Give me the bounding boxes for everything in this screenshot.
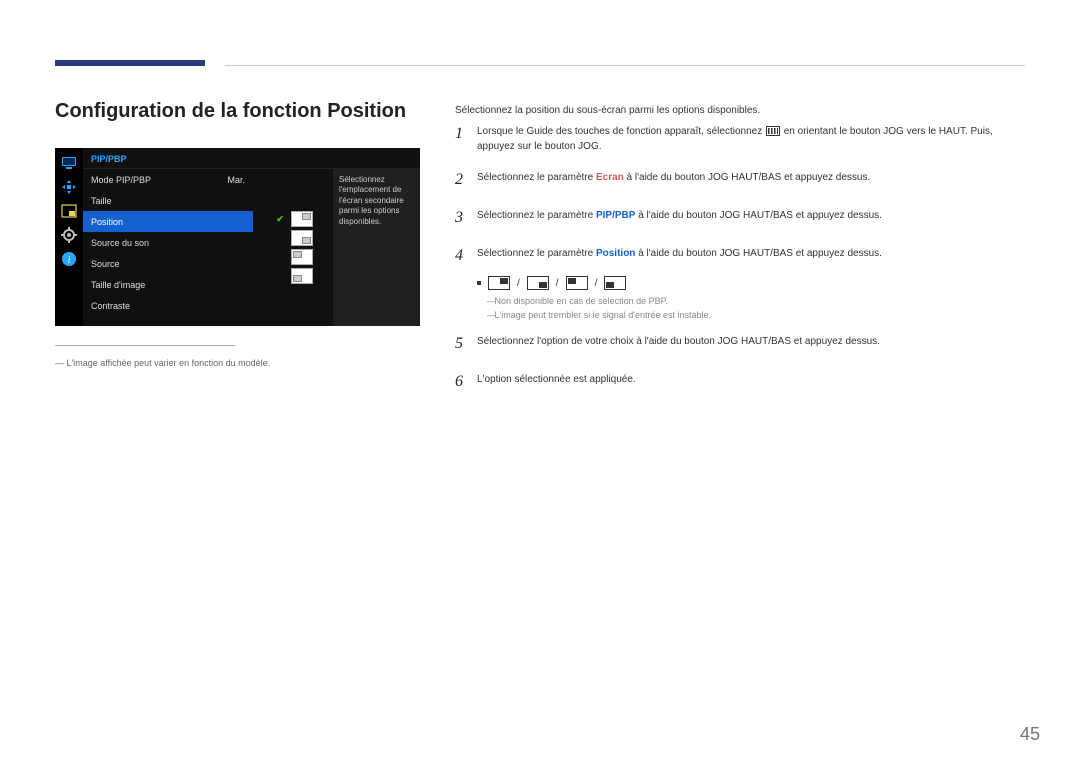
position-option-tr[interactable]: ✔ xyxy=(273,211,313,227)
pos-icon-bottom-right xyxy=(527,276,549,290)
step-5: 5 Sélectionnez l'option de votre choix à… xyxy=(455,332,1025,356)
step-3: 3 Sélectionnez le paramètre PIP/PBP à l'… xyxy=(455,206,1025,230)
pos-icon-top-right xyxy=(488,276,510,290)
header-accent-bar xyxy=(55,60,205,66)
step-number: 3 xyxy=(455,206,477,230)
osd-item-taille[interactable]: Taille xyxy=(83,190,253,211)
osd-item-source[interactable]: Source xyxy=(83,253,253,274)
model-note: ― L'image affichée peut varier en foncti… xyxy=(55,358,270,368)
menu-icon xyxy=(766,126,780,136)
osd-item-label: Taille xyxy=(91,196,112,206)
pos-icon-top-left xyxy=(566,276,588,290)
step-3-pre: Sélectionnez le paramètre xyxy=(477,210,596,221)
page-number: 45 xyxy=(1020,724,1040,745)
osd-main: PIP/PBP Mode PIP/PBP Mar. Taille Positio… xyxy=(83,148,420,326)
osd-preview-column: ✔ ✔ ✔ ✔ xyxy=(253,169,333,326)
step-1: 1 Lorsque le Guide des touches de foncti… xyxy=(455,122,1025,154)
step-4-pre: Sélectionnez le paramètre xyxy=(477,248,596,259)
step-text: Sélectionnez l'option de votre choix à l… xyxy=(477,332,1025,349)
osd-item-position[interactable]: Position xyxy=(83,211,253,232)
step-6: 6 L'option sélectionnée est appliquée. xyxy=(455,370,1025,394)
nav-arrows-icon xyxy=(60,178,78,196)
steps-list: 1 Lorsque le Guide des touches de foncti… xyxy=(455,122,1025,408)
osd-help-text: Sélectionnez l'emplacement de l'écran se… xyxy=(333,169,420,326)
step-2-post: à l'aide du bouton JOG HAUT/BAS et appuy… xyxy=(624,172,871,183)
step-3-post: à l'aide du bouton JOG HAUT/BAS et appuy… xyxy=(635,210,882,221)
osd-title: PIP/PBP xyxy=(83,148,420,169)
subnote-pbp: Non disponible en cas de sélection de PB… xyxy=(487,296,1025,306)
step-3-highlight: PIP/PBP xyxy=(596,210,635,221)
intro-text: Sélectionnez la position du sous-écran p… xyxy=(455,105,1025,116)
step-1-pre: Lorsque le Guide des touches de fonction… xyxy=(477,126,765,137)
page-title: Configuration de la fonction Position xyxy=(55,100,406,123)
step-2-pre: Sélectionnez le paramètre xyxy=(477,172,596,183)
osd-item-tailleimg[interactable]: Taille d'image xyxy=(83,274,253,295)
osd-sidebar-icons: i xyxy=(55,148,83,326)
step-2-highlight: Ecran xyxy=(596,172,624,183)
check-icon: ✔ xyxy=(273,212,287,226)
step-number: 2 xyxy=(455,168,477,192)
osd-item-label: Source du son xyxy=(91,238,149,248)
step-2: 2 Sélectionnez le paramètre Ecran à l'ai… xyxy=(455,168,1025,192)
slash: / xyxy=(556,278,559,289)
osd-item-label: Mode PIP/PBP xyxy=(91,175,151,185)
step-4: 4 Sélectionnez le paramètre Position à l… xyxy=(455,244,1025,268)
osd-item-sourceson[interactable]: Source du son xyxy=(83,232,253,253)
step-text: Sélectionnez le paramètre Ecran à l'aide… xyxy=(477,168,1025,185)
info-icon: i xyxy=(60,250,78,268)
osd-item-label: Taille d'image xyxy=(91,280,145,290)
step-number: 1 xyxy=(455,122,477,146)
osd-item-label: Contraste xyxy=(91,301,130,311)
note-text: L'image affichée peut varier en fonction… xyxy=(67,358,271,368)
osd-panel: i PIP/PBP Mode PIP/PBP Mar. Taille Posit… xyxy=(55,148,420,326)
step-number: 6 xyxy=(455,370,477,394)
osd-item-mode[interactable]: Mode PIP/PBP Mar. xyxy=(83,169,253,190)
osd-item-label: Source xyxy=(91,259,120,269)
step-text: L'option sélectionnée est appliquée. xyxy=(477,370,1025,387)
svg-text:i: i xyxy=(68,255,71,266)
note-separator xyxy=(55,345,235,346)
subnote-signal: L'image peut trembler si le signal d'ent… xyxy=(487,310,1025,320)
step-4-post: à l'aide du bouton JOG HAUT/BAS et appuy… xyxy=(635,248,882,259)
step-text: Sélectionnez le paramètre PIP/PBP à l'ai… xyxy=(477,206,1025,223)
position-options-row: / / / xyxy=(477,276,1025,290)
step-number: 4 xyxy=(455,244,477,268)
gear-icon xyxy=(60,226,78,244)
step-number: 5 xyxy=(455,332,477,356)
step-text: Lorsque le Guide des touches de fonction… xyxy=(477,122,1025,154)
position-option-bl[interactable]: ✔ xyxy=(273,268,313,284)
bullet-icon xyxy=(477,281,481,285)
step-4-highlight: Position xyxy=(596,248,635,259)
position-option-br[interactable]: ✔ xyxy=(273,230,313,246)
header-rule xyxy=(225,65,1025,66)
slash: / xyxy=(595,278,598,289)
osd-item-value: Mar. xyxy=(227,175,245,185)
osd-item-contraste[interactable]: Contraste xyxy=(83,295,253,316)
step-text: Sélectionnez le paramètre Position à l'a… xyxy=(477,244,1025,261)
osd-menu: Mode PIP/PBP Mar. Taille Position Source… xyxy=(83,169,253,326)
monitor-icon xyxy=(60,154,78,172)
slash: / xyxy=(517,278,520,289)
osd-item-label: Position xyxy=(91,217,123,227)
window-icon xyxy=(60,202,78,220)
position-option-tl[interactable]: ✔ xyxy=(273,249,313,265)
pos-icon-bottom-left xyxy=(604,276,626,290)
